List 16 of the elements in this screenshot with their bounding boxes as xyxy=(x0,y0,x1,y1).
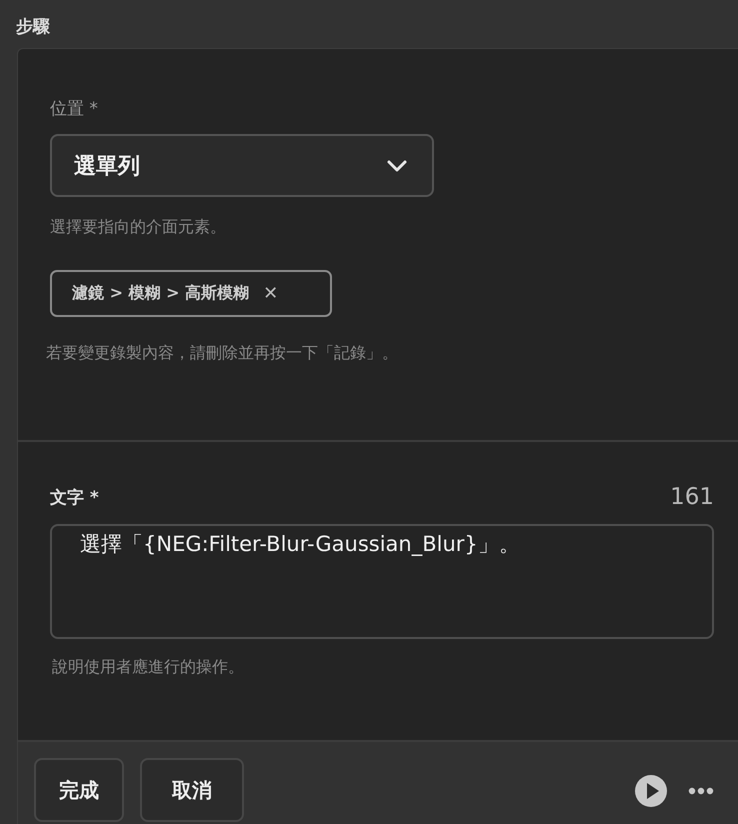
remove-button[interactable]: ✕ xyxy=(263,283,278,304)
tag-label: 濾鏡 > 模糊 > 高斯模糊 xyxy=(72,283,250,304)
help-text: 若要變更錄製內容，請刪除並再按一下「記錄」。 xyxy=(46,343,399,364)
help-text: 選擇要指向的介面元素。 xyxy=(50,217,227,238)
field-label: 位置 * xyxy=(50,98,99,121)
field-label: 文字 * xyxy=(50,486,99,508)
character-counter: 161 xyxy=(670,484,714,510)
section-title: 步驟 xyxy=(16,16,51,39)
help-text: 說明使用者應進行的操作。 xyxy=(52,657,245,678)
play-icon[interactable] xyxy=(634,774,668,808)
chevron-down-icon xyxy=(386,158,408,172)
location-dropdown[interactable]: 選單列 xyxy=(50,134,434,197)
text-field[interactable]: 選擇「{NEG:Filter-Blur-Gaussian_Blur}」。 xyxy=(50,524,714,639)
footer-button[interactable]: 完成 xyxy=(34,758,124,822)
footer-button[interactable]: 取消 xyxy=(140,758,244,822)
more-icon[interactable] xyxy=(688,787,714,795)
